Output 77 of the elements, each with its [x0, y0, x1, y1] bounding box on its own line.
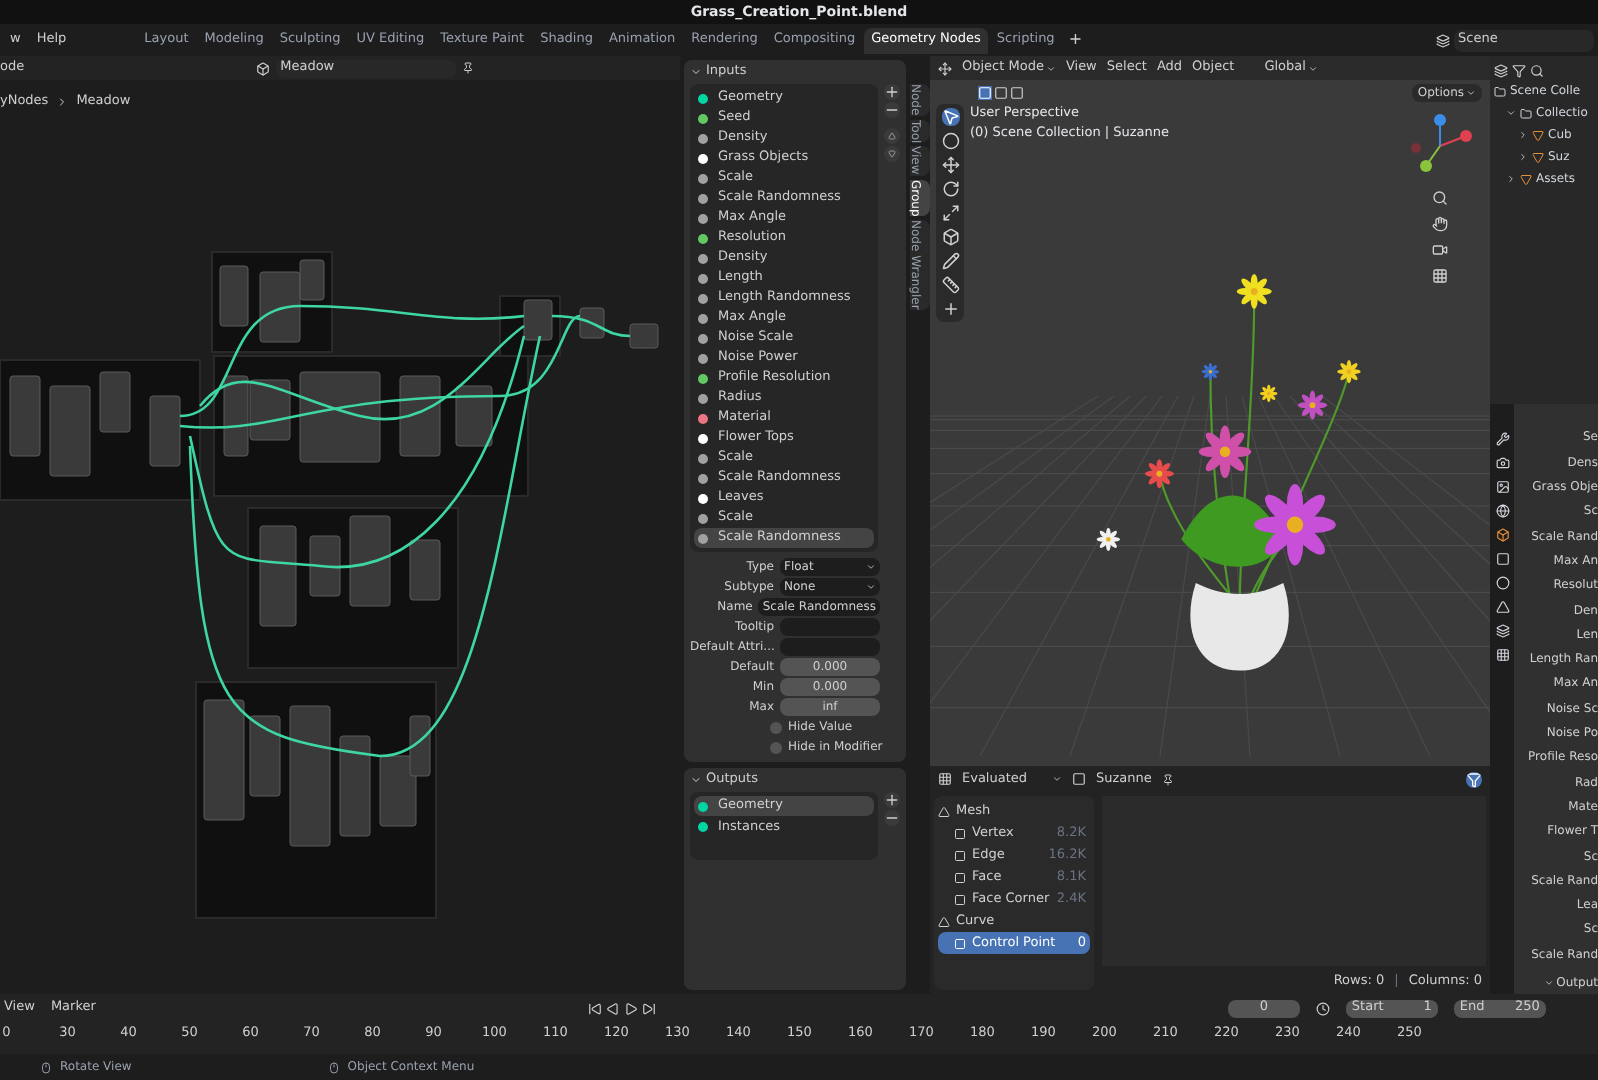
filter-icon[interactable]: [1512, 63, 1526, 77]
node[interactable]: [379, 755, 417, 827]
node[interactable]: [259, 525, 297, 627]
navigation-icon[interactable]: [1432, 190, 1448, 206]
play-icon[interactable]: [623, 1001, 638, 1015]
add-workspace-button[interactable]: +: [1062, 28, 1089, 52]
node[interactable]: [219, 265, 249, 327]
node[interactable]: [339, 735, 371, 837]
navigation-icon[interactable]: [1432, 242, 1448, 258]
properties-tab-icon[interactable]: [1495, 624, 1509, 639]
properties-tab-icon[interactable]: [1495, 504, 1509, 519]
editor-type-icon[interactable]: [938, 772, 952, 786]
collection-icon: [1494, 85, 1506, 97]
node[interactable]: [299, 371, 381, 463]
editor-type-icon[interactable]: [938, 61, 952, 75]
properties-tab-icon[interactable]: [1495, 480, 1509, 495]
breadcrumb-separator-icon: [56, 96, 69, 108]
node[interactable]: [99, 371, 131, 433]
add-socket-icon[interactable]: [884, 792, 900, 808]
navigation-icon[interactable]: [1432, 216, 1448, 232]
node-tree-icon[interactable]: [256, 61, 271, 75]
tool-icon[interactable]: [941, 276, 959, 294]
node[interactable]: [409, 715, 431, 777]
tool-icon[interactable]: [941, 156, 959, 174]
node[interactable]: [149, 395, 181, 467]
node[interactable]: [289, 705, 331, 847]
navigation-icon[interactable]: [1432, 268, 1448, 284]
node[interactable]: [9, 375, 41, 457]
node[interactable]: [249, 379, 291, 441]
node[interactable]: [203, 699, 245, 821]
node[interactable]: [399, 375, 441, 457]
tool-icon[interactable]: [941, 204, 959, 222]
node[interactable]: [349, 515, 391, 607]
mouse-icon: [327, 1061, 340, 1073]
node[interactable]: [223, 375, 249, 457]
tool-icon[interactable]: [941, 180, 959, 198]
tool-icon[interactable]: [941, 252, 959, 270]
scene-icon: [1436, 33, 1450, 47]
move-up-icon[interactable]: [884, 128, 900, 144]
node[interactable]: [309, 535, 341, 597]
node[interactable]: [629, 323, 659, 349]
node[interactable]: [455, 385, 493, 447]
geometry-icon: [938, 915, 950, 927]
properties-tab-icon[interactable]: [1495, 432, 1509, 447]
jump-end-icon[interactable]: [641, 1001, 656, 1015]
pin-icon[interactable]: [462, 62, 475, 74]
properties-tab-icon[interactable]: [1495, 456, 1509, 471]
properties-tab-icon[interactable]: [1495, 648, 1509, 663]
node[interactable]: [579, 307, 605, 339]
move-down-icon[interactable]: [884, 146, 900, 162]
tool-icon[interactable]: [941, 228, 959, 246]
add-socket-icon[interactable]: [884, 84, 900, 100]
play-reverse-icon[interactable]: [605, 1001, 620, 1015]
properties-tab-icon[interactable]: [1495, 528, 1509, 543]
remove-socket-icon[interactable]: [884, 810, 900, 826]
remove-socket-icon[interactable]: [884, 102, 900, 118]
jump-start-icon[interactable]: [587, 1001, 602, 1015]
domain-icon: [954, 937, 966, 949]
node[interactable]: [249, 715, 281, 797]
node[interactable]: [523, 299, 553, 341]
tool-icon[interactable]: [941, 132, 959, 150]
checkbox[interactable]: [770, 721, 782, 733]
node[interactable]: [49, 385, 91, 477]
mouse-icon: [40, 1061, 52, 1073]
collection-icon: [1520, 107, 1532, 119]
display-mode-icon[interactable]: [1494, 63, 1508, 77]
text-field[interactable]: [780, 638, 880, 656]
search-icon[interactable]: [1530, 63, 1544, 77]
node[interactable]: [409, 539, 441, 601]
geometry-icon: [938, 805, 950, 817]
node[interactable]: [299, 259, 325, 301]
pin-icon[interactable]: [1161, 773, 1174, 785]
node[interactable]: [259, 271, 301, 343]
clock-icon: [1315, 1001, 1330, 1015]
checkbox[interactable]: [770, 741, 782, 753]
object-icon: [1072, 772, 1086, 786]
tool-icon[interactable]: [941, 300, 959, 318]
